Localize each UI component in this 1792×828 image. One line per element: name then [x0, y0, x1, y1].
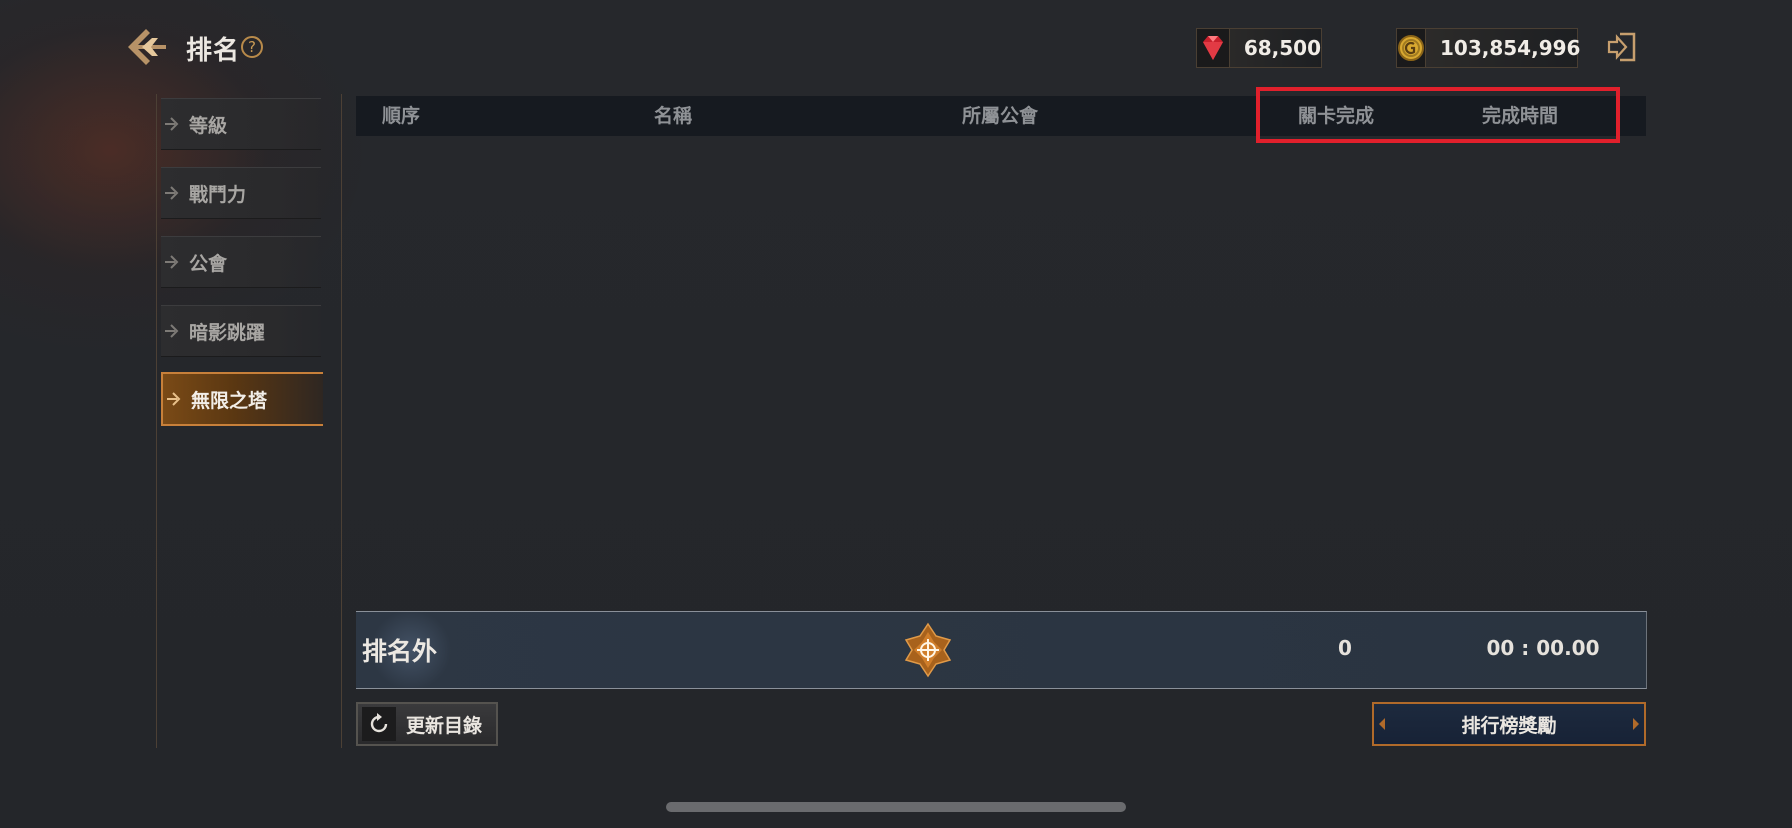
leaderboard-rewards-button[interactable]: 排行榜獎勵	[1372, 702, 1646, 746]
refresh-icon	[362, 707, 396, 741]
chevron-right-icon	[165, 255, 179, 269]
chevron-right-icon	[165, 324, 179, 338]
my-stage-cleared: 0	[1338, 636, 1352, 660]
highlight-annotation-box	[1256, 87, 1620, 143]
my-clear-time: 00 : 00.00	[1486, 636, 1600, 660]
my-rank-row: 排名外 0 00 : 00.00	[356, 611, 1647, 689]
refresh-list-button[interactable]: 更新目錄	[356, 702, 498, 746]
my-rank-label: 排名外	[362, 637, 438, 666]
page-title: 排名	[186, 36, 241, 66]
sidebar-item-combat-power[interactable]: 戰鬥力	[161, 167, 321, 219]
sidebar-item-guild[interactable]: 公會	[161, 236, 321, 288]
refresh-button-label: 更新目錄	[406, 714, 483, 737]
home-indicator[interactable]	[666, 802, 1126, 812]
gold-coin-icon	[1397, 29, 1426, 67]
rewards-button-label: 排行榜獎勵	[1461, 714, 1557, 737]
column-guild: 所屬公會	[962, 105, 1039, 127]
ranking-screen: 排名 ? 68,500 103,854,996 等級 戰鬥力 公會 暗影跳躍 無…	[0, 0, 1792, 828]
gold-currency: 103,854,996	[1396, 28, 1581, 68]
ruby-gem-icon	[1197, 29, 1230, 67]
right-notch-icon	[1633, 718, 1639, 730]
category-sidebar: 等級 戰鬥力 公會 暗影跳躍 無限之塔	[156, 94, 342, 748]
column-rank: 順序	[382, 105, 421, 127]
column-name: 名稱	[654, 105, 693, 127]
sidebar-item-level[interactable]: 等級	[161, 98, 321, 150]
chevron-right-icon	[165, 117, 179, 131]
chevron-right-icon	[167, 392, 181, 406]
gem-currency: 68,500	[1196, 28, 1322, 68]
top-bar: 排名 ? 68,500 103,854,996	[0, 0, 1792, 92]
chevron-right-icon	[165, 186, 179, 200]
help-icon[interactable]: ?	[241, 36, 263, 58]
left-notch-icon	[1379, 718, 1385, 730]
sidebar-item-label: 公會	[189, 252, 228, 275]
sidebar-item-label: 戰鬥力	[189, 183, 247, 206]
gold-amount: 103,854,996	[1440, 36, 1581, 60]
sidebar-item-label: 等級	[189, 114, 228, 137]
guild-crest-icon	[904, 622, 952, 678]
gem-amount: 68,500	[1243, 36, 1321, 60]
sidebar-item-label: 無限之塔	[191, 389, 268, 412]
back-arrow-icon[interactable]	[124, 24, 170, 70]
sidebar-item-label: 暗影跳躍	[189, 321, 266, 344]
sidebar-item-shadow-jump[interactable]: 暗影跳躍	[161, 305, 321, 357]
sidebar-item-infinite-tower[interactable]: 無限之塔	[161, 372, 323, 426]
exit-icon[interactable]	[1606, 30, 1640, 64]
